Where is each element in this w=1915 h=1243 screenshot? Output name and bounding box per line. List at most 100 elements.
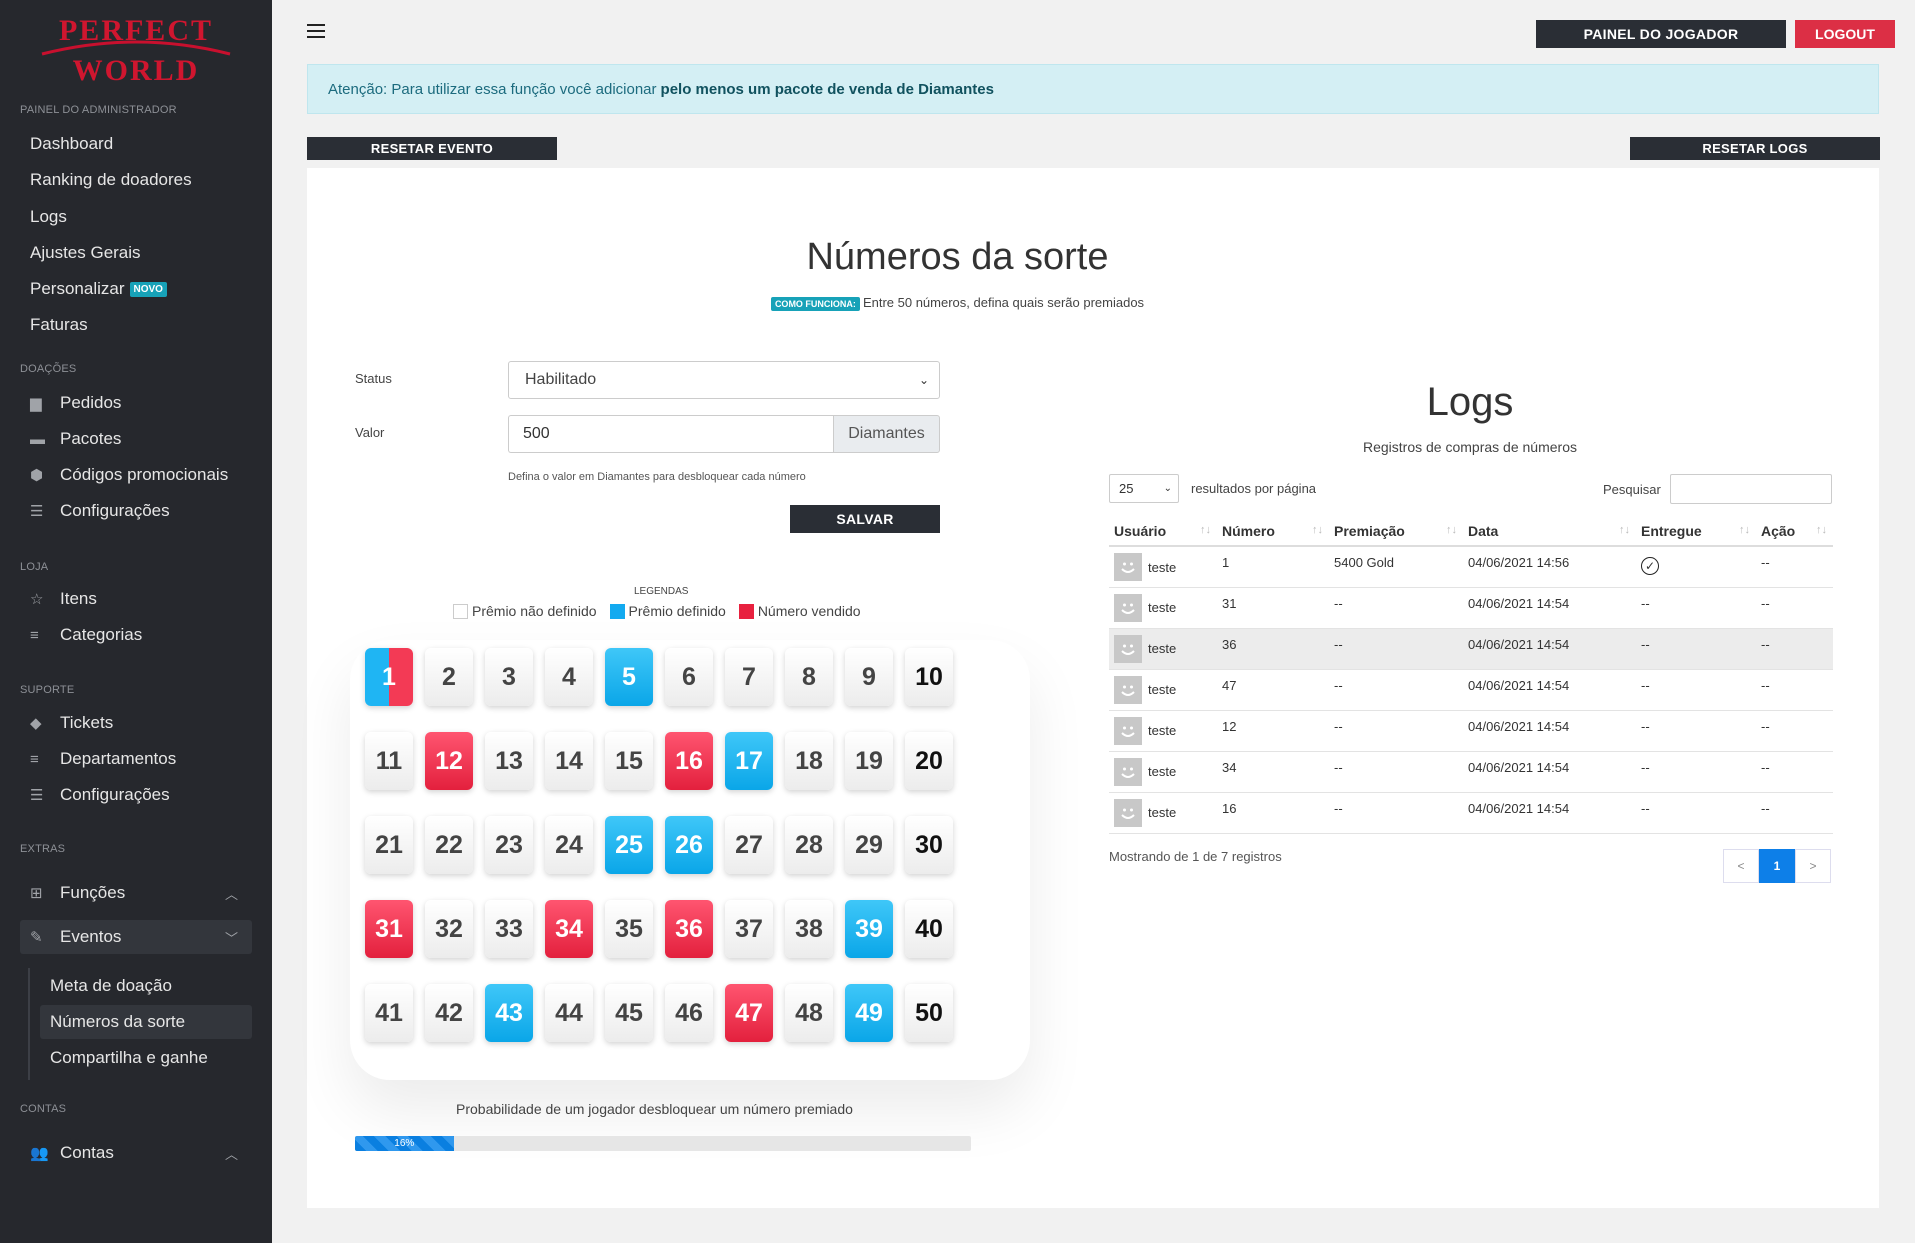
number-tile[interactable]: 43: [485, 984, 533, 1042]
number-tile[interactable]: 49: [845, 984, 893, 1042]
status-select[interactable]: Habilitado ⌄: [508, 361, 940, 399]
sidebar-item-codigos[interactable]: ⬢ Códigos promocionais: [20, 458, 252, 492]
sidebar-item-config-suporte[interactable]: ☰ Configurações: [20, 778, 252, 812]
number-tile[interactable]: 6: [665, 648, 713, 706]
number-tile[interactable]: 14: [545, 732, 593, 790]
number-tile[interactable]: 26: [665, 816, 713, 874]
subtitle-text: Entre 50 números, defina quais serão pre…: [862, 295, 1145, 310]
number-tile[interactable]: 15: [605, 732, 653, 790]
column-header[interactable]: Usuário ↑↓: [1109, 516, 1217, 547]
number-tile[interactable]: 45: [605, 984, 653, 1042]
number-tile[interactable]: 3: [485, 648, 533, 706]
search-input[interactable]: [1670, 474, 1832, 504]
sidebar-item-tickets[interactable]: ◆ Tickets: [20, 706, 252, 740]
number-tile[interactable]: 39: [845, 900, 893, 958]
number-tile[interactable]: 42: [425, 984, 473, 1042]
number-tile[interactable]: 38: [785, 900, 833, 958]
logout-button[interactable]: LOGOUT: [1795, 20, 1895, 48]
sidebar-item-categorias[interactable]: ≡ Categorias: [20, 618, 252, 652]
sidebar-item-itens[interactable]: ☆ Itens: [20, 582, 252, 616]
number-tile[interactable]: 35: [605, 900, 653, 958]
table-cell: --: [1636, 669, 1756, 711]
player-panel-button[interactable]: PAINEL DO JOGADOR: [1536, 20, 1786, 48]
number-tile[interactable]: 48: [785, 984, 833, 1042]
pager-prev[interactable]: <: [1723, 849, 1759, 883]
sidebar-item-ranking[interactable]: Ranking de doadores: [20, 163, 252, 197]
sidebar-item-pacotes[interactable]: ▬ Pacotes: [20, 422, 252, 456]
number-tile[interactable]: 34: [545, 900, 593, 958]
column-header[interactable]: Ação ↑↓: [1756, 516, 1833, 547]
per-page-select[interactable]: 25 ⌄: [1109, 474, 1179, 503]
number-tile[interactable]: 20: [905, 732, 953, 790]
pager-next[interactable]: >: [1795, 849, 1831, 883]
number-tile[interactable]: 46: [665, 984, 713, 1042]
column-header[interactable]: Data ↑↓: [1463, 516, 1636, 547]
number-tile[interactable]: 2: [425, 648, 473, 706]
column-header[interactable]: Número ↑↓: [1217, 516, 1329, 547]
number-tile[interactable]: 18: [785, 732, 833, 790]
table-cell: 04/06/2021 14:54: [1463, 669, 1636, 711]
number-tile[interactable]: 41: [365, 984, 413, 1042]
perfect-world-logo[interactable]: PERFECT WORLD: [34, 10, 238, 88]
number-tile[interactable]: 23: [485, 816, 533, 874]
number-tile[interactable]: 37: [725, 900, 773, 958]
user-name: teste: [1148, 600, 1177, 615]
sidebar-item-numeros-sorte[interactable]: Números da sorte: [40, 1005, 252, 1039]
number-tile[interactable]: 33: [485, 900, 533, 958]
pager-current[interactable]: 1: [1759, 849, 1795, 883]
sidebar-item-pedidos[interactable]: ▆ Pedidos: [20, 386, 252, 420]
valor-input[interactable]: 500: [508, 415, 834, 453]
sidebar-item-config-doacoes[interactable]: ☰ Configurações: [20, 494, 252, 528]
reset-event-button[interactable]: RESETAR EVENTO: [307, 137, 557, 160]
number-tile[interactable]: 31: [365, 900, 413, 958]
number-tile[interactable]: 50: [905, 984, 953, 1042]
per-page-value: 25: [1119, 481, 1134, 496]
table-cell: 31: [1217, 587, 1329, 629]
number-tile[interactable]: 36: [665, 900, 713, 958]
number-tile[interactable]: 17: [725, 732, 773, 790]
number-tile[interactable]: 40: [905, 900, 953, 958]
number-tile[interactable]: 47: [725, 984, 773, 1042]
reset-logs-button[interactable]: RESETAR LOGS: [1630, 137, 1880, 160]
table-cell: --: [1756, 546, 1833, 588]
number-tile[interactable]: 13: [485, 732, 533, 790]
number-tile[interactable]: 19: [845, 732, 893, 790]
sidebar-item-contas[interactable]: 👥 Contas ︿: [20, 1136, 252, 1170]
number-tile[interactable]: 7: [725, 648, 773, 706]
sidebar-item-departamentos[interactable]: ≡ Departamentos: [20, 742, 252, 776]
number-tile[interactable]: 1: [365, 648, 413, 706]
table-cell: --: [1329, 751, 1463, 793]
number-tile[interactable]: 11: [365, 732, 413, 790]
number-tile[interactable]: 4: [545, 648, 593, 706]
sidebar-item-funcoes[interactable]: ⊞ Funções ︿: [20, 876, 252, 910]
logs-subtitle: Registros de compras de números: [1363, 439, 1577, 455]
sidebar-item-eventos[interactable]: ✎ Eventos ﹀: [20, 920, 252, 954]
number-tile[interactable]: 24: [545, 816, 593, 874]
number-tile[interactable]: 5: [605, 648, 653, 706]
menu-toggle-icon[interactable]: [307, 24, 325, 38]
number-tile[interactable]: 27: [725, 816, 773, 874]
number-tile[interactable]: 22: [425, 816, 473, 874]
sidebar-item-compartilha[interactable]: Compartilha e ganhe: [40, 1041, 252, 1075]
number-tile[interactable]: 16: [665, 732, 713, 790]
number-tile[interactable]: 9: [845, 648, 893, 706]
avatar: [1114, 675, 1142, 704]
number-tile[interactable]: 21: [365, 816, 413, 874]
number-tile[interactable]: 10: [905, 648, 953, 706]
sidebar-item-meta-doacao[interactable]: Meta de doação: [40, 969, 252, 1003]
column-header[interactable]: Premiação ↑↓: [1329, 516, 1463, 547]
avatar: [1114, 757, 1142, 786]
number-tile[interactable]: 8: [785, 648, 833, 706]
number-tile[interactable]: 25: [605, 816, 653, 874]
sidebar-item-dashboard[interactable]: Dashboard: [20, 127, 252, 161]
number-tile[interactable]: 44: [545, 984, 593, 1042]
number-tile[interactable]: 32: [425, 900, 473, 958]
number-tile[interactable]: 30: [905, 816, 953, 874]
number-tile[interactable]: 12: [425, 732, 473, 790]
column-header[interactable]: Entregue ↑↓: [1636, 516, 1756, 547]
sidebar-item-logs[interactable]: Logs: [20, 200, 252, 234]
number-tile[interactable]: 28: [785, 816, 833, 874]
save-button[interactable]: SALVAR: [790, 505, 940, 533]
number-tile[interactable]: 29: [845, 816, 893, 874]
sidebar-item-faturas[interactable]: Faturas: [20, 308, 252, 342]
